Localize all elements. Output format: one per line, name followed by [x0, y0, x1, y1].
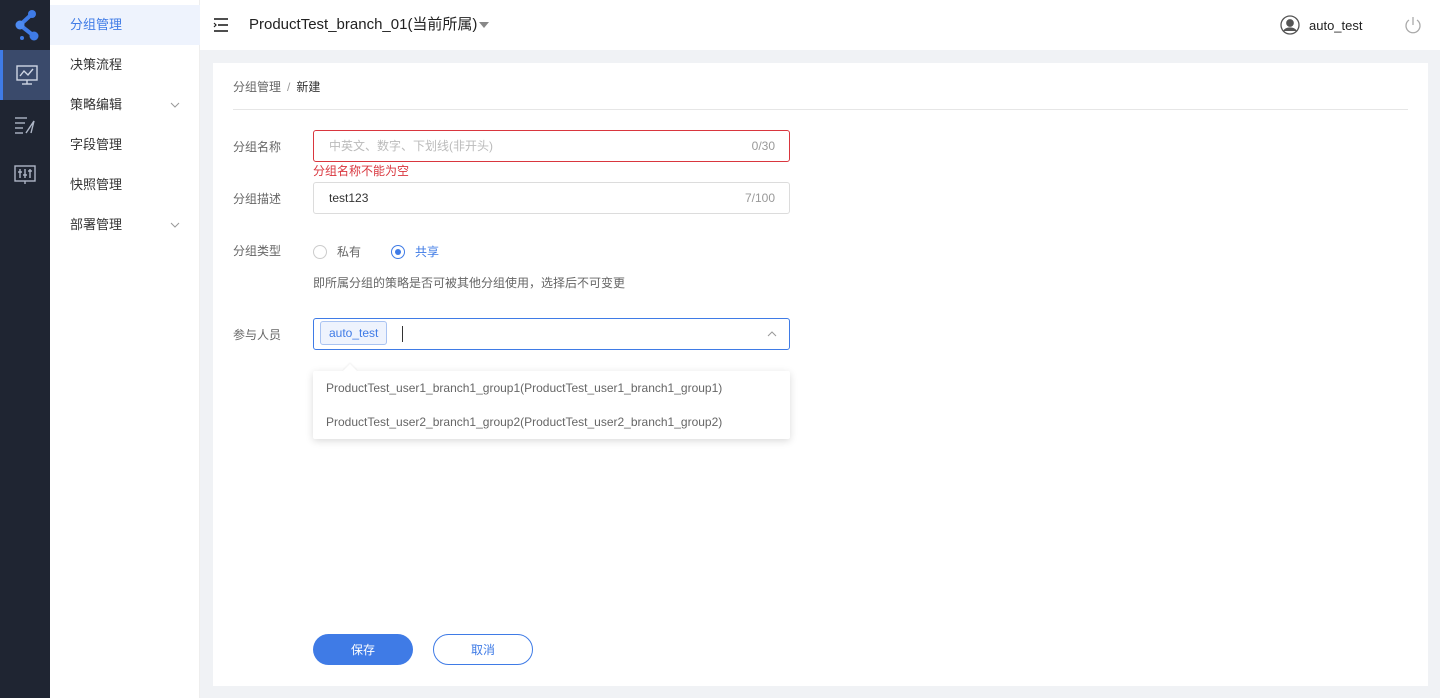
save-button[interactable]: 保存: [313, 634, 413, 665]
group-name-placeholder: 中英文、数字、下划线(非开头): [329, 139, 493, 153]
group-desc-label: 分组描述: [233, 192, 282, 206]
breadcrumb: 分组管理 / 新建: [233, 78, 320, 95]
share-nodes-icon: [15, 10, 39, 41]
user-avatar-icon: [1280, 15, 1300, 35]
menu-fold-icon[interactable]: [213, 17, 229, 33]
submenu-item-deploy-management[interactable]: 部署管理: [50, 205, 200, 245]
breadcrumb-current: 新建: [296, 80, 321, 94]
submenu-item-label: 部署管理: [70, 217, 123, 232]
user-name: auto_test: [1309, 17, 1363, 33]
radio-circle: [313, 244, 327, 259]
submenu-item-label: 分组管理: [70, 17, 123, 32]
radio-private[interactable]: 私有: [313, 243, 361, 260]
group-name-label: 分组名称: [233, 140, 282, 154]
submenu: 分组管理 决策流程 策略编辑 字段管理 快照管理 部署管理: [50, 0, 200, 698]
group-desc-input[interactable]: test123 7/100: [313, 182, 790, 214]
rail-item-board[interactable]: [0, 150, 50, 200]
members-select[interactable]: auto_test: [313, 318, 790, 350]
submenu-item-label: 策略编辑: [70, 97, 123, 112]
rail-item-monitor[interactable]: [0, 50, 50, 100]
chevron-down-icon: [170, 222, 180, 228]
chevron-down-icon: [170, 102, 180, 108]
members-dropdown: ProductTest_user1_branch1_group1(Product…: [313, 363, 790, 439]
icon-rail: [0, 0, 50, 698]
caret-down-icon[interactable]: [478, 21, 490, 29]
submenu-item-group-management[interactable]: 分组管理: [50, 5, 200, 45]
radio-circle-selected: [391, 244, 405, 259]
user-menu[interactable]: auto_test: [1280, 15, 1363, 35]
radio-private-label: 私有: [337, 245, 362, 259]
group-name-input[interactable]: 中英文、数字、下划线(非开头) 0/30: [313, 130, 790, 162]
power-icon[interactable]: [1404, 16, 1422, 34]
chevron-up-icon[interactable]: [767, 330, 777, 338]
monitor-chart-icon: [15, 65, 38, 85]
radio-shared[interactable]: 共享: [391, 243, 439, 260]
breadcrumb-parent[interactable]: 分组管理: [233, 80, 281, 94]
group-desc-value: test123: [329, 191, 369, 205]
members-option[interactable]: ProductTest_user1_branch1_group1(Product…: [313, 371, 790, 405]
list-flag-icon: [15, 117, 35, 134]
group-desc-counter: 7/100: [744, 191, 775, 205]
app-logo[interactable]: [0, 0, 50, 50]
submenu-item-strategy-edit[interactable]: 策略编辑: [50, 85, 200, 125]
submenu-item-decision-flow[interactable]: 决策流程: [50, 45, 200, 85]
members-option[interactable]: ProductTest_user2_branch1_group2(Product…: [313, 405, 790, 439]
divider: [233, 109, 1408, 110]
submenu-item-label: 决策流程: [70, 57, 123, 72]
submenu-item-field-management[interactable]: 字段管理: [50, 125, 200, 165]
content-card: 分组管理 / 新建 分组名称 中英文、数字、下划线(非开头) 0/30 分组名称不能…: [213, 63, 1428, 686]
group-name-error: 分组名称不能为空: [313, 164, 410, 178]
rail-item-list[interactable]: [0, 100, 50, 150]
submenu-item-snapshot-management[interactable]: 快照管理: [50, 165, 200, 205]
member-tag[interactable]: auto_test: [320, 321, 388, 345]
group-name-counter: 0/30: [751, 139, 775, 153]
top-header: ProductTest_branch_01(当前所属) auto_test: [200, 0, 1440, 50]
group-type-hint: 即所属分组的策略是否可被其他分组使用，选择后不可变更: [313, 276, 626, 290]
text-cursor: [402, 326, 403, 342]
group-type-label: 分组类型: [233, 244, 282, 258]
radio-shared-label: 共享: [415, 245, 440, 259]
submenu-item-label: 快照管理: [70, 177, 123, 192]
sliders-board-icon: [14, 165, 36, 184]
branch-selector[interactable]: ProductTest_branch_01(当前所属): [249, 0, 477, 50]
members-label: 参与人员: [233, 328, 282, 342]
breadcrumb-separator: /: [287, 80, 291, 94]
cancel-button[interactable]: 取消: [433, 634, 533, 665]
submenu-item-label: 字段管理: [70, 137, 123, 152]
